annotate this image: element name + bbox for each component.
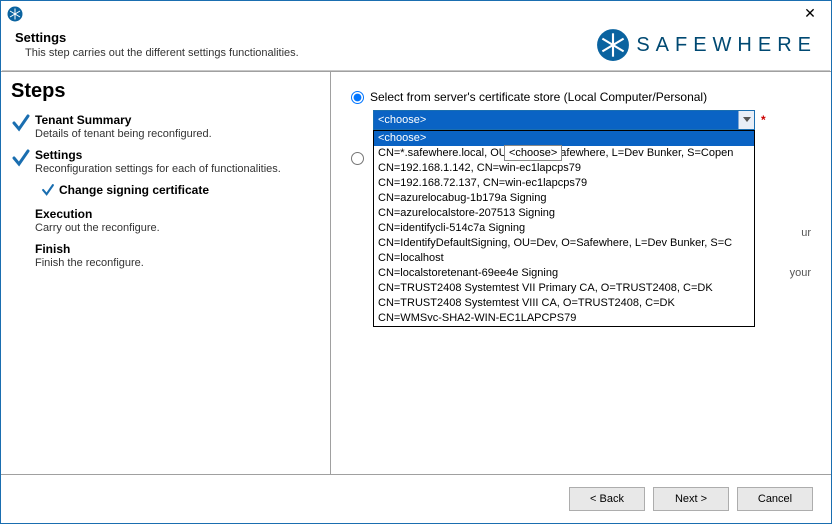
overlapped-text-fragment: ur — [801, 227, 811, 239]
step-desc: Reconfiguration settings for each of fun… — [35, 163, 320, 175]
dropdown-option[interactable]: CN=192.168.72.137, CN=win-ec1lapcps79 — [374, 176, 754, 191]
step-title: Execution — [35, 207, 320, 221]
next-button[interactable]: Next > — [653, 487, 729, 511]
step-finish: Finish Finish the reconfigure. — [11, 242, 320, 269]
step-execution: Execution Carry out the reconfigure. — [11, 207, 320, 234]
page-subtitle: This step carries out the different sett… — [25, 47, 299, 59]
chevron-down-icon[interactable] — [738, 111, 754, 129]
check-icon — [11, 148, 31, 171]
combo-tooltip: <choose> — [504, 145, 562, 161]
dropdown-option[interactable]: CN=localhost — [374, 251, 754, 266]
dropdown-option[interactable]: CN=IdentifyDefaultSigning, OU=Dev, O=Saf… — [374, 236, 754, 251]
step-desc: Details of tenant being reconfigured. — [35, 128, 320, 140]
dropdown-option[interactable]: CN=192.168.1.142, CN=win-ec1lapcps79 — [374, 161, 754, 176]
dropdown-option[interactable]: CN=azurelocalstore-207513 Signing — [374, 206, 754, 221]
dropdown-option[interactable]: CN=TRUST2408 Systemtest VII Primary CA, … — [374, 281, 754, 296]
radio-option-2[interactable] — [351, 152, 364, 165]
substep-change-signing-cert: Change signing certificate — [41, 183, 320, 197]
dropdown-option[interactable]: <choose> — [374, 131, 754, 146]
cancel-button[interactable]: Cancel — [737, 487, 813, 511]
certificate-combo[interactable]: <choose> — [373, 110, 755, 130]
step-tenant-summary: Tenant Summary Details of tenant being r… — [11, 113, 320, 140]
brand-name: SAFEWHERE — [636, 34, 817, 57]
back-button[interactable]: < Back — [569, 487, 645, 511]
certificate-dropdown-list[interactable]: <choose> CN=*.safewhere.local, OU=Dev, O… — [373, 130, 755, 327]
check-icon — [11, 113, 31, 136]
brand-logo: SAFEWHERE — [596, 28, 817, 62]
radio-server-store-label: Select from server's certificate store (… — [370, 90, 707, 104]
dropdown-option[interactable]: CN=*.safewhere.local, OU=Dev, O=Safewher… — [374, 146, 754, 161]
step-title: Settings — [35, 148, 320, 162]
step-settings: Settings Reconfiguration settings for ea… — [11, 148, 320, 175]
overlapped-text-fragment: your — [790, 267, 811, 279]
certificate-combo-value: <choose> — [378, 114, 426, 126]
check-icon — [41, 183, 55, 197]
dropdown-option[interactable]: CN=TRUST2408 Systemtest VIII CA, O=TRUST… — [374, 296, 754, 311]
app-icon — [7, 6, 23, 22]
steps-heading: Steps — [11, 80, 320, 103]
step-desc: Finish the reconfigure. — [35, 257, 320, 269]
close-button[interactable]: ✕ — [795, 4, 825, 24]
required-indicator: * — [761, 113, 766, 127]
dropdown-option[interactable]: CN=identifycli-514c7a Signing — [374, 221, 754, 236]
step-title: Tenant Summary — [35, 113, 320, 127]
step-desc: Carry out the reconfigure. — [35, 222, 320, 234]
step-title: Finish — [35, 242, 320, 256]
radio-server-store-row[interactable]: Select from server's certificate store (… — [351, 90, 811, 104]
dropdown-option[interactable]: CN=localstoretenant-69ee4e Signing — [374, 266, 754, 281]
radio-server-store[interactable] — [351, 91, 364, 104]
dropdown-option[interactable]: CN=WMSvc-SHA2-WIN-EC1LAPCPS79 — [374, 311, 754, 326]
dropdown-option[interactable]: CN=azurelocabug-1b179a Signing — [374, 191, 754, 206]
page-title: Settings — [15, 30, 299, 45]
substep-title: Change signing certificate — [59, 183, 209, 197]
